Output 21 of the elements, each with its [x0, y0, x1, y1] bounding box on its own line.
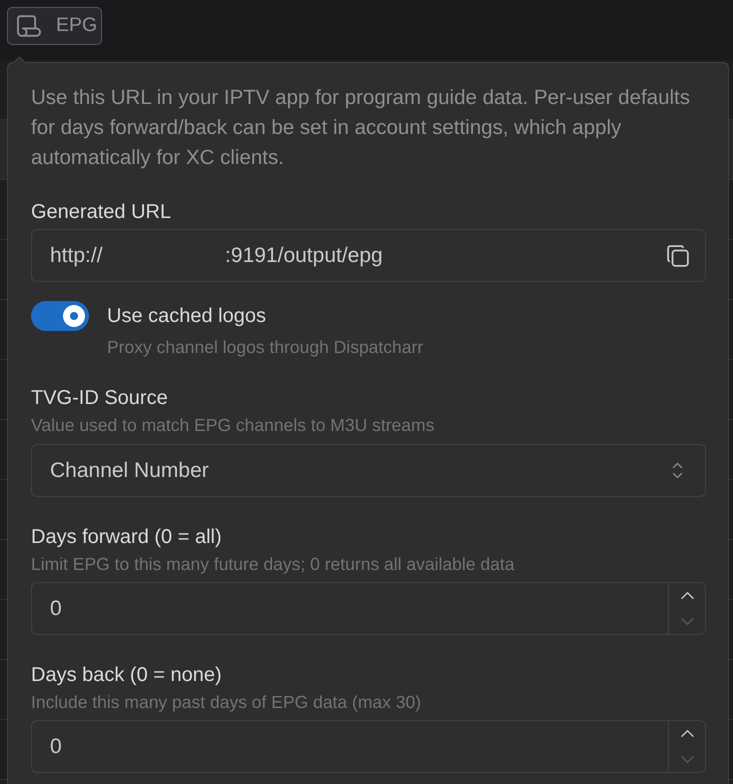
field-description: Value used to match EPG channels to M3U streams — [31, 414, 436, 436]
field-label: Days back (0 = none) — [31, 663, 223, 688]
copy-icon[interactable] — [667, 244, 689, 266]
popover-description: Use this URL in your IPTV app for program guide data. Per-user defaults for days forward/back can be set in account settings, which apply automatically for XC clients. — [31, 85, 691, 171]
chevron-up-icon[interactable] — [680, 592, 694, 600]
field-label: Days forward (0 = all) — [31, 525, 223, 550]
switch-label: Use cached logos — [107, 304, 267, 329]
url-field[interactable]: http:// :9191/output/epg — [31, 229, 706, 282]
selector-icon — [672, 461, 683, 480]
number-field[interactable]: 0 — [31, 582, 706, 635]
field-description: Limit EPG to this many future days; 0 returns all available data — [31, 553, 516, 575]
select-field[interactable]: Channel Number — [31, 444, 706, 497]
field-description: Include this many past days of EPG data (max 30) — [31, 691, 422, 713]
field-label: TVG-ID Source — [31, 386, 169, 411]
chevron-up-icon[interactable] — [680, 730, 694, 738]
field-label: Generated URL — [31, 200, 172, 225]
epg-button[interactable]: EPG — [7, 7, 102, 45]
switch-description: Proxy channel logos through Dispatcharr — [107, 336, 424, 358]
toggle-switch[interactable] — [31, 301, 89, 331]
scroll-icon — [17, 14, 41, 38]
number-field[interactable]: 0 — [31, 720, 706, 773]
